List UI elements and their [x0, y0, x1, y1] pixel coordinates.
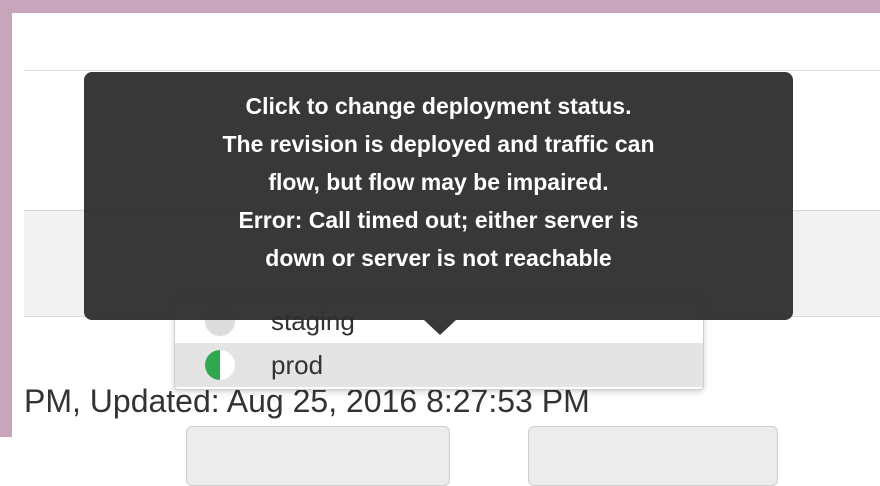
half-green-circle-icon: [205, 350, 235, 380]
tooltip-line: Click to change deployment status.: [245, 93, 632, 119]
environment-option-prod[interactable]: prod: [175, 343, 703, 387]
tooltip-line: The revision is deployed and traffic can: [222, 131, 655, 157]
tooltip-line: flow, but flow may be impaired.: [268, 169, 609, 195]
deployment-status-tooltip: Click to change deployment status. The r…: [84, 72, 793, 320]
tooltip-line: Error: Call timed out; either server is: [238, 207, 639, 233]
deployment-status-button[interactable]: [186, 426, 450, 486]
divider: [24, 70, 880, 71]
environment-label: prod: [271, 349, 324, 380]
tooltip-arrow: [424, 320, 456, 335]
tooltip-line: down or server is not reachable: [265, 245, 612, 271]
secondary-button[interactable]: [528, 426, 778, 486]
